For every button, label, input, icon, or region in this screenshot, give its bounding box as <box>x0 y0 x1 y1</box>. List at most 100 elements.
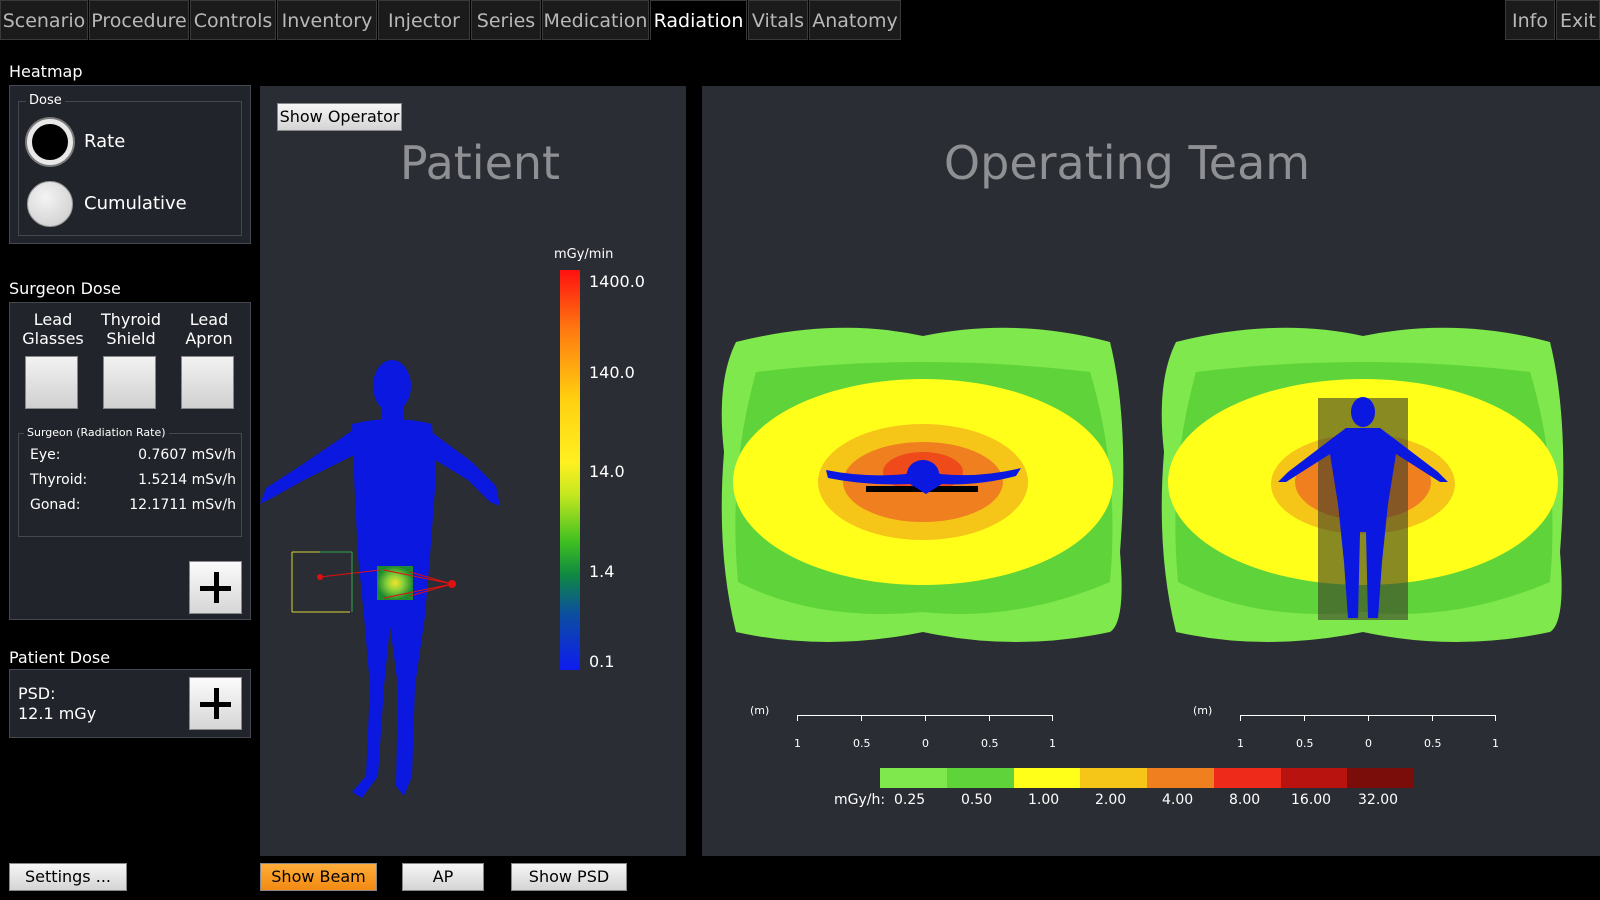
patient-dose-title: Patient Dose <box>9 648 111 667</box>
patient-dose-panel: PSD: 12.1 mGy <box>9 669 251 738</box>
legend-label-0: 0.25 <box>894 792 926 808</box>
legend-swatch-2 <box>1013 768 1081 788</box>
ap-button[interactable]: AP <box>402 863 484 891</box>
legend-unit: mGy/h: <box>834 792 886 808</box>
lead-apron-checkbox[interactable] <box>181 356 234 409</box>
thyroid-shield-label-line1: Thyroid <box>101 310 161 329</box>
tab-medication[interactable]: Medication <box>542 0 649 40</box>
rate-label: Rate <box>84 131 126 152</box>
scale-unit-left: (m) <box>750 704 770 717</box>
legend-label-4: 4.00 <box>1162 792 1194 808</box>
colorbar <box>560 270 580 670</box>
scale-label-left-3: 0.5 <box>981 737 999 750</box>
scale-tick-right-3 <box>1432 715 1433 721</box>
colorbar-tick-0.1: 0.1 <box>589 652 615 671</box>
scale-tick-left-1 <box>861 715 862 721</box>
settings-button[interactable]: Settings ... <box>9 863 127 891</box>
show-operator-button[interactable]: Show Operator <box>277 103 402 131</box>
thyroid-shield-checkbox[interactable] <box>103 356 156 409</box>
tab-injector[interactable]: Injector <box>378 0 470 40</box>
colorbar-tick-1400: 1400.0 <box>589 272 645 291</box>
eye-label: Eye: <box>30 447 61 463</box>
thyroid-shield-label: Thyroid Shield <box>88 310 174 348</box>
patient-dose-add-button[interactable] <box>189 677 242 730</box>
legend-label-5: 8.00 <box>1229 792 1261 808</box>
scale-tick-right-1 <box>1304 715 1305 721</box>
legend-swatch-3 <box>1080 768 1147 788</box>
scale-tick-left-3 <box>989 715 990 721</box>
psd-value: 12.1 mGy <box>18 704 97 723</box>
scale-tick-right-4 <box>1495 715 1496 721</box>
show-beam-button[interactable]: Show Beam <box>260 863 377 891</box>
colorbar-tick-140: 140.0 <box>589 363 635 382</box>
tab-controls[interactable]: Controls <box>190 0 276 40</box>
lead-apron-label: Lead Apron <box>166 310 252 348</box>
tab-bar: Scenario Procedure Controls Inventory In… <box>0 0 1600 42</box>
scale-tick-right-2 <box>1368 715 1369 721</box>
front-view-heatmap <box>1161 327 1564 642</box>
cumulative-radio[interactable] <box>27 181 73 227</box>
gonad-value: 12.1711 mSv/h <box>129 497 236 513</box>
tab-exit[interactable]: Exit <box>1556 0 1600 40</box>
tab-info[interactable]: Info <box>1505 0 1555 40</box>
colorbar-tick-1.4: 1.4 <box>589 562 615 581</box>
legend-label-2: 1.00 <box>1028 792 1060 808</box>
legend-swatch-4 <box>1147 768 1214 788</box>
legend-label-3: 2.00 <box>1095 792 1127 808</box>
lead-glasses-checkbox[interactable] <box>25 356 78 409</box>
legend-label-6: 16.00 <box>1291 792 1332 808</box>
surgeon-dose-title: Surgeon Dose <box>9 279 121 298</box>
legend-swatch-5 <box>1213 768 1281 788</box>
scale-label-left-2: 0 <box>922 737 929 750</box>
scale-label-right-0: 1 <box>1237 737 1244 750</box>
tab-vitals[interactable]: Vitals <box>748 0 808 40</box>
rate-radio[interactable] <box>27 119 73 165</box>
scale-label-left-4: 1 <box>1049 737 1056 750</box>
dose-group-label: Dose <box>26 93 65 108</box>
tab-scenario[interactable]: Scenario <box>0 0 88 40</box>
scale-tick-left-0 <box>797 715 798 721</box>
legend-swatch-0 <box>880 768 947 788</box>
scale-tick-left-2 <box>925 715 926 721</box>
scale-tick-right-0 <box>1240 715 1241 721</box>
legend-swatch-1 <box>946 768 1014 788</box>
legend-swatch-6 <box>1280 768 1348 788</box>
psd-label: PSD: <box>18 684 56 703</box>
gonad-label: Gonad: <box>30 497 81 513</box>
cumulative-label: Cumulative <box>84 193 187 214</box>
surgeon-dose-add-button[interactable] <box>189 561 242 614</box>
dose-legend-bar <box>880 768 1414 788</box>
operating-team-title: Operating Team <box>943 136 1311 190</box>
tab-procedure[interactable]: Procedure <box>89 0 189 40</box>
patient-model <box>260 360 500 798</box>
tab-anatomy[interactable]: Anatomy <box>809 0 901 40</box>
lead-apron-label-line1: Lead <box>189 310 229 329</box>
tab-radiation[interactable]: Radiation <box>650 0 747 40</box>
scale-label-right-3: 0.5 <box>1424 737 1442 750</box>
patient-title: Patient <box>399 136 561 190</box>
scale-label-right-2: 0 <box>1365 737 1372 750</box>
legend-swatch-7 <box>1347 768 1414 788</box>
thyroid-label: Thyroid: <box>30 472 88 488</box>
tab-series[interactable]: Series <box>471 0 541 40</box>
heatmap-title: Heatmap <box>9 62 83 81</box>
scale-tick-left-4 <box>1052 715 1053 721</box>
eye-value: 0.7607 mSv/h <box>138 447 236 463</box>
scale-label-right-4: 1 <box>1492 737 1499 750</box>
scale-label-left-0: 1 <box>794 737 801 750</box>
side-view-heatmap <box>721 327 1124 642</box>
surgeon-rate-group-label: Surgeon (Radiation Rate) <box>24 426 169 439</box>
legend-label-1: 0.50 <box>961 792 993 808</box>
show-psd-button[interactable]: Show PSD <box>511 863 627 891</box>
legend-label-7: 32.00 <box>1358 792 1399 808</box>
lead-apron-label-line2: Apron <box>185 329 233 348</box>
scale-unit-right: (m) <box>1193 704 1213 717</box>
patient-view: Show Operator Patient mGy/min 1400.0 140… <box>260 86 686 856</box>
heatmap-panel: Dose Rate Cumulative <box>9 85 251 244</box>
scale-label-left-1: 0.5 <box>853 737 871 750</box>
tab-inventory[interactable]: Inventory <box>277 0 377 40</box>
surgeon-dose-panel: Lead Glasses Thyroid Shield Lead Apron S… <box>9 302 251 620</box>
thyroid-shield-label-line2: Shield <box>106 329 156 348</box>
lead-glasses-label: Lead Glasses <box>10 310 96 348</box>
thyroid-value: 1.5214 mSv/h <box>138 472 236 488</box>
